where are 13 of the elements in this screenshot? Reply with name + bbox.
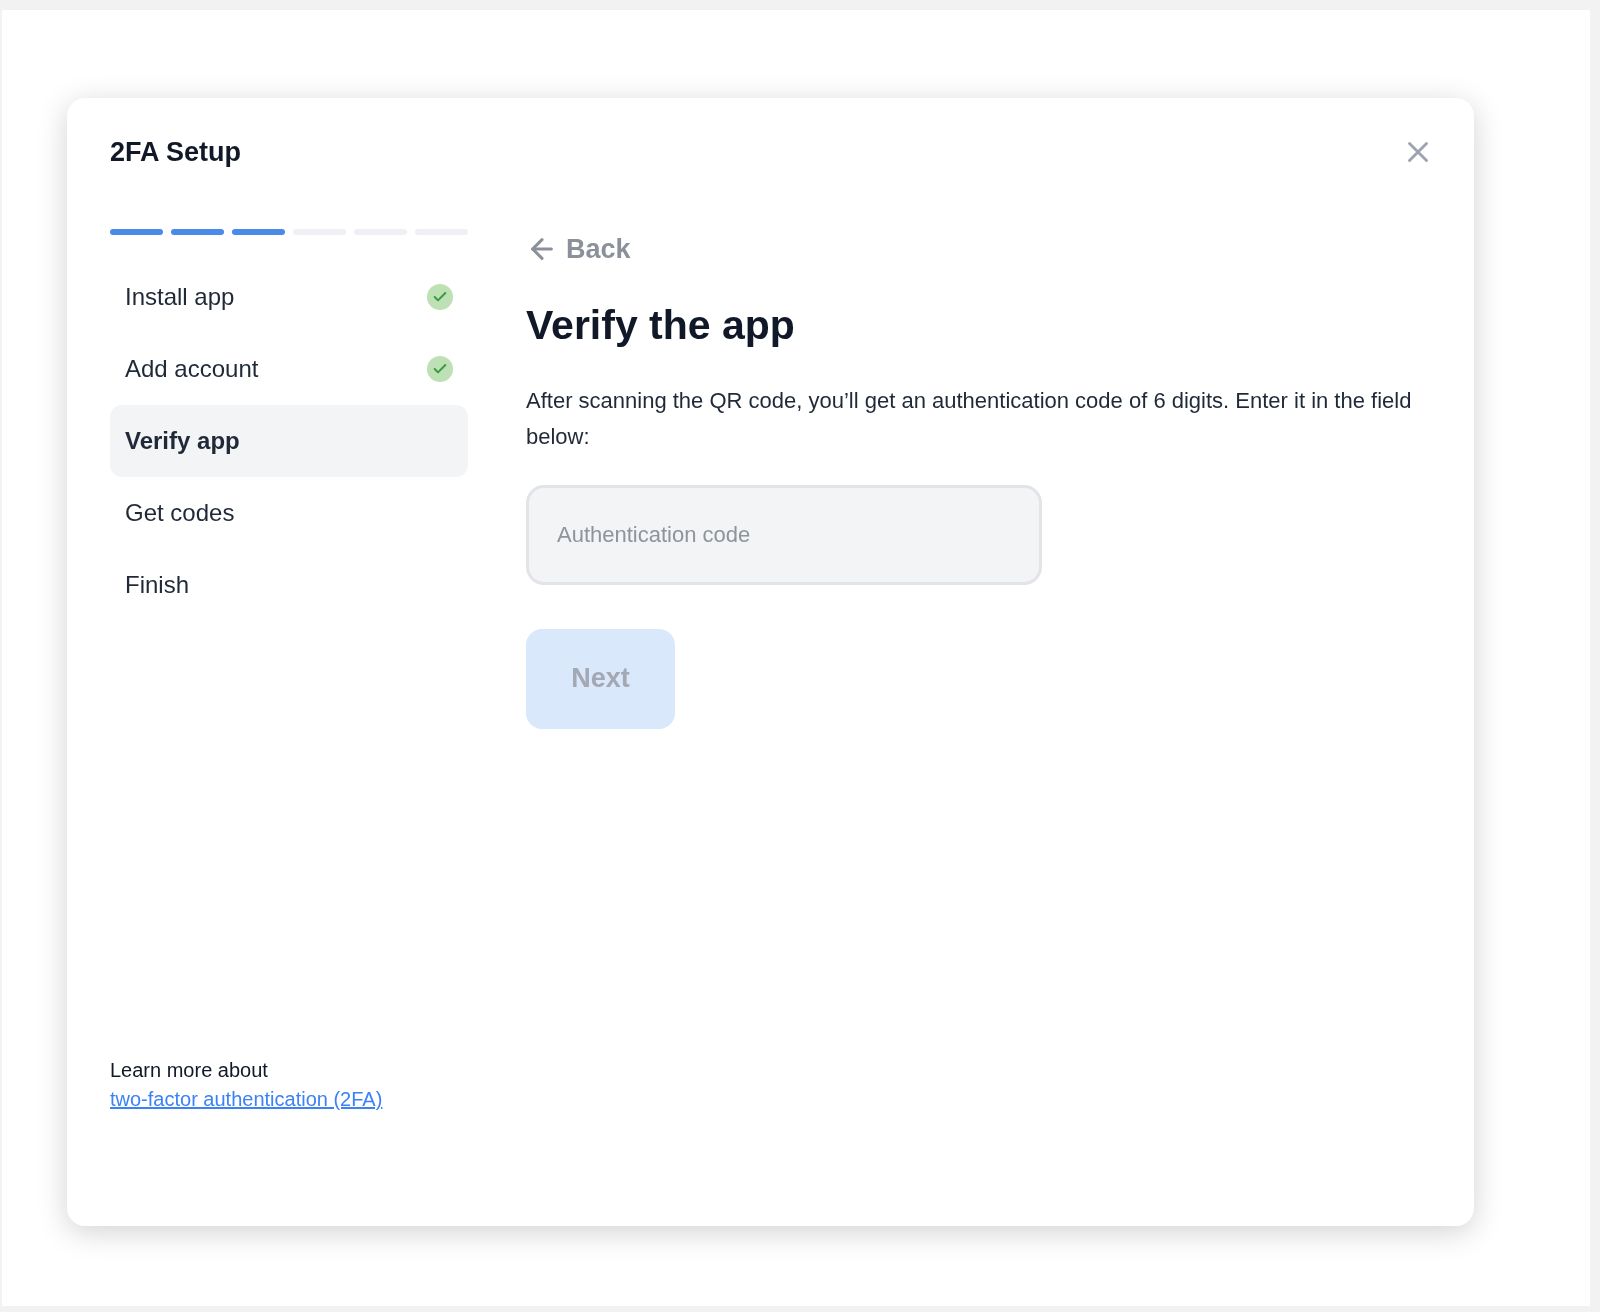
authentication-code-field[interactable]: Authentication code <box>526 484 1042 585</box>
step-item[interactable]: Install app <box>110 260 468 333</box>
step-item[interactable]: Get codes <box>110 476 468 549</box>
description-text: After scanning the QR code, you’ll get an authentication code of 6 digits. Enter it in the field below: <box>526 386 1413 451</box>
step-item[interactable]: Add account <box>110 332 468 405</box>
learn-more-link[interactable]: two-factor authentication (2FA) <box>110 1088 383 1110</box>
step-item[interactable]: Verify app <box>110 404 468 477</box>
check-icon <box>427 283 453 310</box>
dialog-title: 2FA Setup <box>110 136 242 169</box>
step-item[interactable]: Finish <box>110 548 468 621</box>
footer-text: Learn more about two-factor authentication (2FA) <box>110 1058 384 1112</box>
page-heading: Verify the app <box>526 301 795 350</box>
check-icon <box>427 355 453 382</box>
